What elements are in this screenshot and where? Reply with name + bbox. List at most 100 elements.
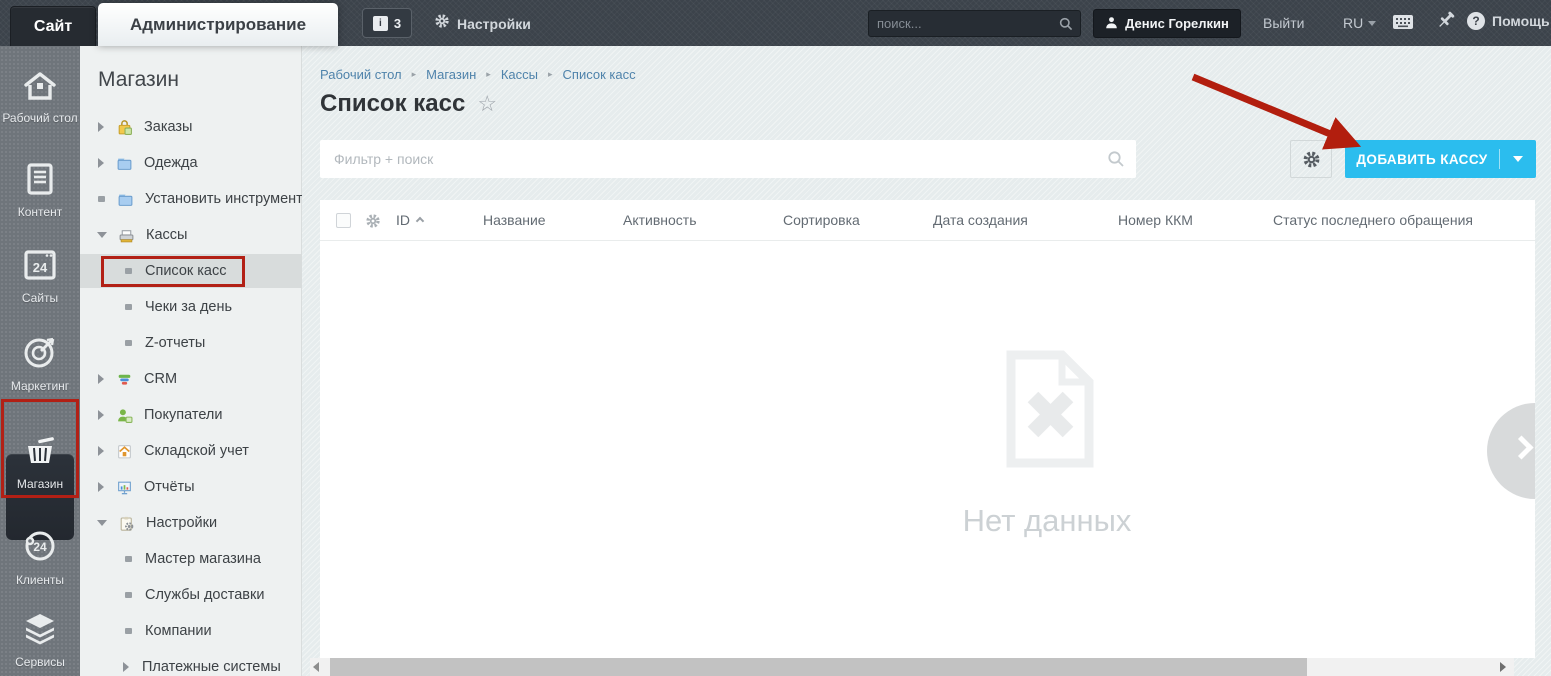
sidebar-item-cash-register-list[interactable]: Список касс [80,254,302,288]
module-rail: Рабочий стол Контент 24 Сайты Маркетинг … [0,46,80,676]
expand-down-icon[interactable] [97,520,107,526]
circle-24-icon: 24 [0,528,80,569]
rail-item-content[interactable]: Контент [0,162,80,219]
add-cash-register-button[interactable]: ДОБАВИТЬ КАССУ [1345,140,1536,178]
sidebar-item-companies[interactable]: Компании [80,614,302,648]
breadcrumb-link[interactable]: Кассы [501,67,538,82]
notifications-button[interactable]: i 3 [362,8,412,38]
rail-item-desktop[interactable]: Рабочий стол [0,70,80,125]
column-header-last-status[interactable]: Статус последнего обращения [1273,212,1473,228]
filter-search-input[interactable] [334,140,1094,178]
favorite-star-icon[interactable]: ☆ [477,91,497,117]
help-label: Помощь [1492,13,1550,29]
question-icon: ? [1467,12,1485,30]
settings-label: Настройки [457,15,531,32]
scroll-left-arrow-icon[interactable] [313,662,319,672]
bullet-icon [125,628,132,634]
browser-24-icon: 24 [0,248,80,287]
notification-count: 3 [393,15,402,31]
language-selector[interactable]: RU [1343,15,1377,31]
sidebar-item-label: Чеки за день [145,299,233,315]
bullet-icon [98,196,105,202]
rail-item-clients[interactable]: 24 Клиенты [0,528,80,587]
column-header-name[interactable]: Название [483,212,546,228]
expand-right-icon[interactable] [98,446,104,456]
sidebar-item-label: Службы доставки [145,587,265,603]
rail-item-label: Клиенты [15,573,65,587]
sidebar-item-customers[interactable]: Покупатели [80,398,302,432]
svg-text:24: 24 [33,260,48,275]
grid-settings-button[interactable] [1290,140,1332,178]
info-icon: i [372,15,388,31]
expand-right-icon[interactable] [98,410,104,420]
sidebar-title: Магазин [98,68,180,91]
chevron-down-icon [1513,156,1523,162]
settings-clipboard-icon [118,515,135,532]
sidebar-item-orders[interactable]: Заказы [80,110,302,144]
sidebar-item-crm[interactable]: CRM [80,362,302,396]
select-all-checkbox[interactable] [336,213,351,228]
expand-down-icon[interactable] [97,232,107,238]
breadcrumb-link[interactable]: Магазин [426,67,476,82]
rail-item-marketing[interactable]: Маркетинг [0,334,80,393]
sidebar-item-payment-systems[interactable]: Платежные системы [80,650,302,676]
expand-right-icon[interactable] [98,374,104,384]
sidebar-item-delivery-services[interactable]: Службы доставки [80,578,302,612]
filter-search [320,140,1136,178]
sidebar-item-shop-wizard[interactable]: Мастер магазина [80,542,302,576]
search-input[interactable] [877,11,1052,36]
expand-right-icon[interactable] [123,662,129,672]
tab-site[interactable]: Сайт [10,6,96,46]
expand-right-icon[interactable] [98,158,104,168]
bullet-icon [125,304,132,310]
breadcrumb-separator-icon: ▸ [547,69,553,79]
column-header-created[interactable]: Дата создания [933,212,1028,228]
rail-item-label: Маркетинг [10,379,70,393]
sidebar-item-settings[interactable]: Настройки [80,506,302,540]
rail-item-label: Рабочий стол [2,111,78,125]
scroll-right-arrow-icon[interactable] [1500,662,1506,672]
breadcrumb-link[interactable]: Рабочий стол [320,67,402,82]
gear-icon [366,214,380,228]
sidebar-item-reports[interactable]: Отчёты [80,470,302,504]
scrollbar-thumb[interactable] [330,658,1307,676]
sidebar-item-daily-receipts[interactable]: Чеки за день [80,290,302,324]
layers-icon [0,612,80,651]
no-data-document-icon [1002,346,1098,477]
column-header-active[interactable]: Активность [623,212,697,228]
column-settings-button[interactable] [365,213,381,234]
pin-button[interactable] [1435,10,1457,39]
hotkeys-button[interactable] [1392,13,1414,36]
column-header-kkm[interactable]: Номер ККМ [1118,212,1193,228]
topbar: Сайт Администрирование i 3 Настройки Ден… [0,0,1551,46]
bullet-icon [125,268,132,274]
expand-right-icon[interactable] [98,122,104,132]
tab-administration[interactable]: Администрирование [98,3,338,46]
add-button-dropdown[interactable] [1500,140,1536,178]
expand-panel-button[interactable] [1487,403,1535,499]
breadcrumb-link[interactable]: Список касс [563,67,636,82]
horizontal-scrollbar[interactable] [310,658,1514,676]
topbar-settings-button[interactable]: Настройки [434,13,531,34]
target-icon [0,334,80,375]
rail-item-shop[interactable]: Магазин [0,420,80,510]
user-menu-button[interactable]: Денис Горелкин [1093,9,1241,38]
rail-item-sites[interactable]: 24 Сайты [0,248,80,305]
sidebar-item-label: Кассы [146,227,188,243]
sidebar-item-warehouse[interactable]: Складской учет [80,434,302,468]
rail-item-label: Магазин [16,477,64,491]
rail-item-services[interactable]: Сервисы [0,612,80,669]
sidebar-item-clothes[interactable]: Одежда [80,146,302,180]
sidebar-item-z-reports[interactable]: Z-отчеты [80,326,302,360]
column-header-id[interactable]: ID [396,212,425,228]
chevron-down-icon [1368,20,1377,26]
funnel-icon [116,371,133,388]
sidebar-item-cash-registers[interactable]: Кассы [80,218,302,252]
expand-right-icon[interactable] [98,482,104,492]
logout-link[interactable]: Выйти [1263,15,1304,31]
help-button[interactable]: ? Помощь [1467,12,1550,30]
column-header-sort[interactable]: Сортировка [783,212,860,228]
sidebar-item-label: Z-отчеты [145,335,206,351]
user-name: Денис Горелкин [1125,16,1229,31]
sidebar-item-install-tools[interactable]: Установить инструменты и [80,182,302,216]
